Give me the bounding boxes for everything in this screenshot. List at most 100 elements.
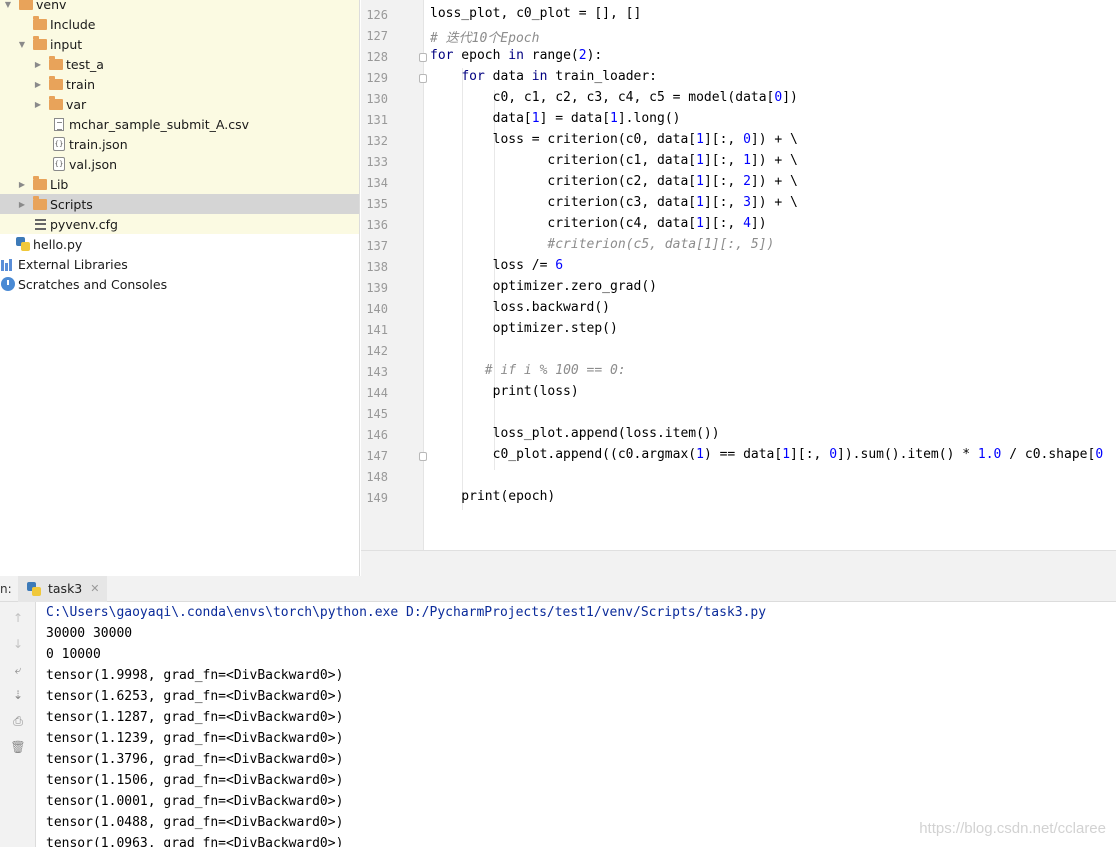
tree-item-csv[interactable]: mchar_sample_submit_A.csv xyxy=(0,114,359,134)
console-line: tensor(1.1506, grad_fn=<DivBackward0>) xyxy=(46,773,344,788)
code-line[interactable]: data[1] = data[1].long() xyxy=(430,111,681,126)
code-line[interactable]: criterion(c1, data[1][:, 1]) + \ xyxy=(430,153,797,168)
line-number: 130 xyxy=(366,92,388,106)
print-icon[interactable]: ⎙ xyxy=(10,713,26,729)
line-number: 143 xyxy=(366,365,388,379)
tree-item-test-a[interactable]: ▶ test_a xyxy=(0,54,359,74)
console-line: tensor(1.1287, grad_fn=<DivBackward0>) xyxy=(46,710,344,725)
console-line: 30000 30000 xyxy=(46,626,133,641)
code-line[interactable]: print(loss) xyxy=(430,384,579,399)
soft-wrap-icon[interactable]: ⤶ xyxy=(10,662,26,678)
console-line: 0 10000 xyxy=(46,647,101,662)
line-number: 144 xyxy=(366,386,388,400)
code-line[interactable]: c0, c1, c2, c3, c4, c5 = model(data[0]) xyxy=(430,90,798,105)
run-tab-task3[interactable]: task3 ✕ xyxy=(18,575,108,602)
fold-marker[interactable] xyxy=(419,452,427,461)
tree-item-train-json[interactable]: {} train.json xyxy=(0,134,359,154)
tree-item-label: train xyxy=(66,76,96,92)
line-number: 139 xyxy=(366,281,388,295)
code-line[interactable]: optimizer.zero_grad() xyxy=(430,279,657,294)
trash-icon[interactable]: 🗑 xyxy=(10,739,26,755)
line-number: 129 xyxy=(366,71,388,85)
code-line[interactable]: loss = criterion(c0, data[1][:, 0]) + \ xyxy=(430,132,798,147)
tree-item-label: hello.py xyxy=(33,236,83,252)
run-panel-label: n: xyxy=(0,581,12,596)
tree-item-val-json[interactable]: {} val.json xyxy=(0,154,359,174)
scroll-to-end-icon[interactable]: ⇣ xyxy=(10,687,26,703)
watermark: https://blog.csdn.net/cclaree xyxy=(919,820,1106,837)
line-number: 142 xyxy=(366,344,388,358)
code-line[interactable]: criterion(c2, data[1][:, 2]) + \ xyxy=(430,174,797,189)
tree-item-label: Scratches and Consoles xyxy=(18,276,168,292)
tree-item-label: train.json xyxy=(69,136,128,152)
line-number: 136 xyxy=(366,218,388,232)
chevron-right-icon[interactable]: ▶ xyxy=(32,78,44,90)
tree-item-venv[interactable]: ▼ venv xyxy=(0,0,359,14)
console-line: tensor(1.0963, grad_fn=<DivBackward0>) xyxy=(46,836,344,847)
folder-icon xyxy=(32,15,48,32)
code-line[interactable]: c0_plot.append((c0.argmax(1) == data[1][… xyxy=(430,447,1104,462)
close-icon[interactable]: ✕ xyxy=(90,582,99,595)
fold-marker[interactable] xyxy=(419,74,427,83)
folder-icon xyxy=(48,75,64,92)
tree-item-lib[interactable]: ▶ Lib xyxy=(0,174,359,194)
tree-item-label: pyvenv.cfg xyxy=(50,216,118,232)
console-line: tensor(1.3796, grad_fn=<DivBackward0>) xyxy=(46,752,344,767)
code-line[interactable]: loss /= 6 xyxy=(430,258,563,273)
folder-icon xyxy=(18,0,34,12)
code-line[interactable]: optimizer.step() xyxy=(430,321,618,336)
line-number: 135 xyxy=(366,197,388,211)
chevron-right-icon[interactable]: ▶ xyxy=(16,198,28,210)
chevron-down-icon[interactable]: ▼ xyxy=(2,0,14,10)
code-line[interactable]: criterion(c3, data[1][:, 3]) + \ xyxy=(430,195,797,210)
line-number: 148 xyxy=(366,470,388,484)
folder-icon xyxy=(32,195,48,212)
line-number: 138 xyxy=(366,260,388,274)
tree-item-scratches[interactable]: Scratches and Consoles xyxy=(0,274,359,294)
code-line[interactable]: # 迭代10个Epoch xyxy=(430,27,539,46)
code-line[interactable]: loss_plot, c0_plot = [], [] xyxy=(430,6,641,21)
tree-item-label: Scripts xyxy=(50,196,93,212)
tree-item-pyvenv-cfg[interactable]: pyvenv.cfg xyxy=(0,214,359,234)
folder-icon xyxy=(32,35,48,52)
chevron-right-icon[interactable]: ▶ xyxy=(32,98,44,110)
tree-item-label: External Libraries xyxy=(18,256,128,272)
scratches-icon xyxy=(0,276,16,292)
tree-item-var[interactable]: ▶ var xyxy=(0,94,359,114)
json-file-icon: {} xyxy=(51,136,67,152)
tree-item-input[interactable]: ▼ input xyxy=(0,34,359,54)
console-line: tensor(1.9998, grad_fn=<DivBackward0>) xyxy=(46,668,344,683)
console-line: tensor(1.0488, grad_fn=<DivBackward0>) xyxy=(46,815,344,830)
code-line[interactable]: for data in train_loader: xyxy=(430,69,657,84)
tree-item-train[interactable]: ▶ train xyxy=(0,74,359,94)
up-arrow-icon[interactable]: ↑ xyxy=(10,610,26,626)
tree-item-scripts[interactable]: ▶ Scripts xyxy=(0,194,359,214)
code-editor[interactable]: 126 127 128 129 130 131 132 133 134 135 … xyxy=(361,0,1116,576)
chevron-right-icon[interactable]: ▶ xyxy=(16,178,28,190)
line-number: 127 xyxy=(366,29,388,43)
python-file-icon xyxy=(15,236,31,252)
python-icon xyxy=(26,581,42,597)
tree-item-label: test_a xyxy=(66,56,104,72)
line-number: 146 xyxy=(366,428,388,442)
code-line[interactable]: for epoch in range(2): xyxy=(430,48,602,63)
code-line[interactable]: loss.backward() xyxy=(430,300,610,315)
fold-marker[interactable] xyxy=(419,53,427,62)
chevron-down-icon[interactable]: ▼ xyxy=(16,38,28,50)
code-line[interactable]: print(epoch) xyxy=(430,489,555,504)
tree-item-hello-py[interactable]: hello.py xyxy=(0,234,359,254)
code-line[interactable]: criterion(c4, data[1][:, 4]) xyxy=(430,216,766,231)
down-arrow-icon[interactable]: ↓ xyxy=(10,636,26,652)
code-line[interactable]: loss_plot.append(loss.item()) xyxy=(430,426,720,441)
tree-item-include[interactable]: Include xyxy=(0,14,359,34)
run-console-output[interactable]: C:\Users\gaoyaqi\.conda\envs\torch\pytho… xyxy=(37,602,1116,847)
code-line[interactable]: #criterion(c5, data[1][:, 5]) xyxy=(430,237,774,252)
line-number: 147 xyxy=(366,449,388,463)
project-tree-panel: ▼ venv Include ▼ input ▶ test_a ▶ train … xyxy=(0,0,360,576)
chevron-right-icon[interactable]: ▶ xyxy=(32,58,44,70)
tree-item-external-libraries[interactable]: External Libraries xyxy=(0,254,359,274)
folder-icon xyxy=(48,95,64,112)
run-panel-header: n: task3 ✕ xyxy=(0,575,1116,602)
line-number: 149 xyxy=(366,491,388,505)
code-line[interactable]: # if i % 100 == 0: xyxy=(430,363,626,378)
